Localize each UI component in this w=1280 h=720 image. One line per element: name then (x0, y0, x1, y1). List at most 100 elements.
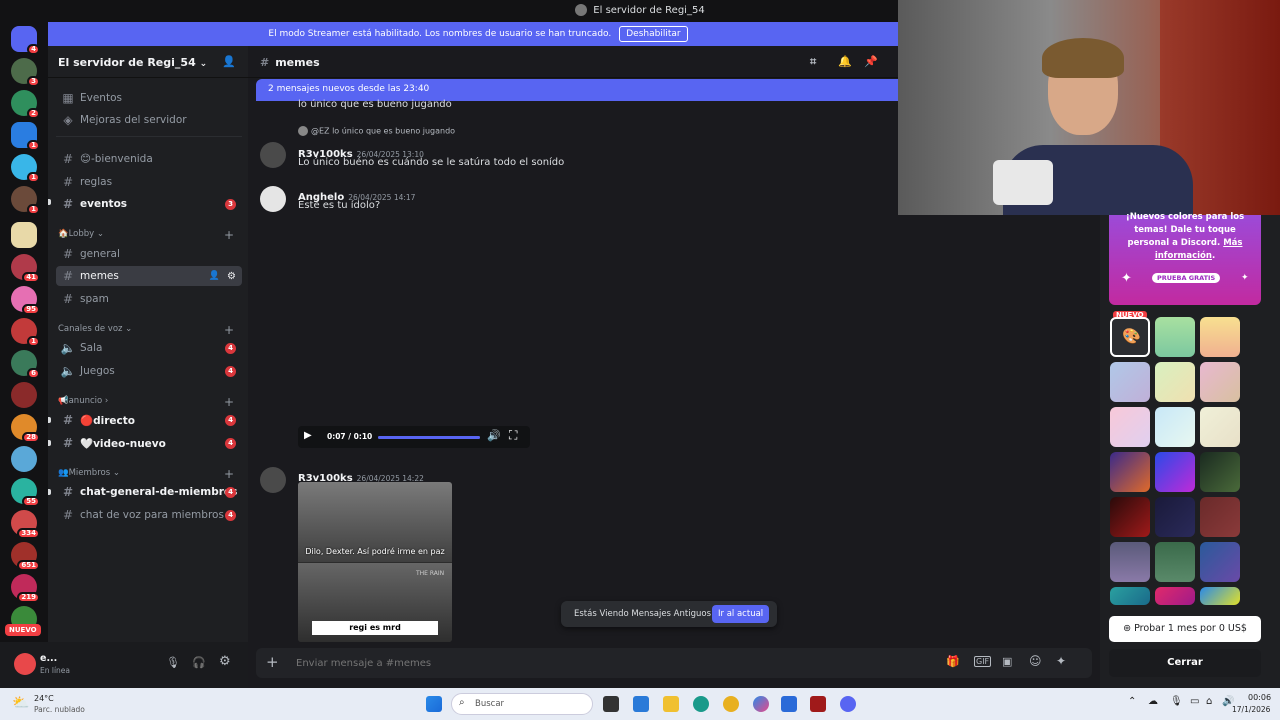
gif-icon[interactable]: GIF (974, 656, 992, 667)
network-icon[interactable]: ⌂ (1206, 696, 1212, 707)
file-explorer-icon[interactable] (663, 696, 679, 712)
server-icon-4[interactable]: 1 (11, 154, 40, 183)
edge-icon[interactable] (693, 696, 709, 712)
server-icon-3[interactable]: 1 (11, 122, 40, 151)
category-miembros[interactable]: 👥Miembros ⌄ + (58, 467, 238, 482)
theme-swatch[interactable] (1110, 452, 1150, 492)
theme-swatch[interactable] (1200, 407, 1240, 447)
store-icon[interactable] (781, 696, 797, 712)
theme-swatch[interactable] (1155, 407, 1195, 447)
gift-icon[interactable]: 🎁 (946, 655, 960, 668)
weather-icon[interactable]: ⛅ (12, 695, 29, 711)
category-voz[interactable]: Canales de voz ⌄ + (58, 323, 238, 338)
volume-icon[interactable]: 🔊 (487, 429, 501, 442)
channel-directo[interactable]: # 🔴directo 4 (56, 410, 242, 430)
add-channel-icon[interactable]: + (224, 395, 234, 409)
theme-swatch[interactable] (1110, 587, 1150, 605)
avatar[interactable] (260, 186, 286, 212)
server-icon-6[interactable]: 41 (11, 254, 40, 283)
fullscreen-icon[interactable]: ⛶ (509, 428, 517, 443)
server-icon-12[interactable] (11, 446, 37, 472)
theme-swatch[interactable] (1200, 542, 1240, 582)
display-icon[interactable]: ▭ (1190, 696, 1199, 707)
invite-icon[interactable]: 👤 (222, 55, 236, 68)
category-anuncio[interactable]: 📢anuncio › + (58, 395, 238, 410)
theme-swatch[interactable] (1110, 362, 1150, 402)
tray-chevron-icon[interactable]: ⌃ (1128, 696, 1136, 707)
theme-swatch[interactable] (1155, 362, 1195, 402)
theme-swatch[interactable] (1200, 587, 1240, 605)
taskview-icon[interactable] (603, 696, 619, 712)
reply-reference[interactable]: @EZ lo único que es bueno jugando (298, 126, 455, 136)
sidebar-item-eventos-top[interactable]: ▦ Eventos (56, 88, 242, 108)
emoji-icon[interactable]: ☺ (1029, 654, 1042, 668)
cloud-icon[interactable]: ☁ (1148, 696, 1158, 707)
server-icon-16[interactable]: 219 (11, 574, 40, 603)
theme-swatch[interactable] (1200, 362, 1240, 402)
server-icon-active[interactable] (11, 222, 37, 248)
pin-icon[interactable]: 📌 (864, 55, 878, 68)
widget-icon[interactable] (633, 696, 649, 712)
play-icon[interactable]: ▶ (304, 430, 312, 441)
channel-eventos[interactable]: # eventos 3 (56, 194, 242, 214)
mic-tray-icon[interactable]: 🎙 (1170, 696, 1183, 707)
avatar[interactable] (260, 142, 286, 168)
channel-video-nuevo[interactable]: # 🤍video-nuevo 4 (56, 433, 242, 453)
server-icon-8[interactable]: 1 (11, 318, 40, 347)
channel-memes[interactable]: # memes 👤 ⚙ (56, 266, 242, 286)
close-button[interactable]: Cerrar (1109, 649, 1261, 677)
add-attachment-icon[interactable]: + (266, 653, 279, 671)
theme-swatch[interactable] (1155, 497, 1195, 537)
theme-swatch[interactable] (1155, 317, 1195, 357)
server-icon-10[interactable] (11, 382, 37, 408)
microphone-icon[interactable]: 🎙 (166, 656, 180, 669)
gear-icon[interactable]: ⚙ (219, 654, 231, 669)
meme-image[interactable]: Dilo, Dexter. Así podré irme en paz THE … (298, 482, 452, 642)
discord-home-icon[interactable]: 4 (11, 26, 40, 55)
channel-bienvenida[interactable]: # 😊-bienvenida (56, 149, 242, 169)
theme-swatch[interactable] (1155, 542, 1195, 582)
apps-icon[interactable]: ✦ (1056, 654, 1066, 668)
copilot-icon[interactable] (753, 696, 769, 712)
channel-chat-voz-miembros[interactable]: # chat de voz para miembros 4 (56, 505, 242, 525)
server-icon-7[interactable]: 95 (11, 286, 40, 315)
headphones-icon[interactable]: 🎧 (192, 656, 206, 669)
avatar[interactable] (260, 467, 286, 493)
clock-date[interactable]: 17/1/2026 (1232, 705, 1270, 714)
theme-picker-swatch[interactable]: 🎨 (1110, 317, 1150, 357)
sidebar-item-boosts[interactable]: ◈ Mejoras del servidor (56, 110, 242, 130)
server-icon-5[interactable]: 1 (11, 186, 40, 215)
voice-channel-sala[interactable]: 🔈 Sala 4 (56, 338, 242, 358)
audio-progress[interactable] (378, 436, 480, 439)
theme-swatch[interactable] (1110, 542, 1150, 582)
discord-taskbar-icon[interactable] (840, 696, 856, 712)
server-icon-13[interactable]: 55 (11, 478, 40, 507)
invite-icon[interactable]: 👤 (209, 271, 220, 281)
threads-icon[interactable]: ⌗ (810, 55, 816, 69)
avatar[interactable] (14, 653, 36, 675)
bell-icon[interactable]: 🔔 (838, 55, 852, 68)
theme-swatch[interactable] (1110, 497, 1150, 537)
theme-swatch[interactable] (1110, 407, 1150, 447)
add-channel-icon[interactable]: + (224, 467, 234, 481)
add-channel-icon[interactable]: + (224, 323, 234, 337)
new-messages-bar[interactable]: 2 mensajes nuevos desde las 23:40 (256, 79, 898, 101)
jump-present-button[interactable]: Ir al actual (712, 605, 770, 623)
theme-swatch[interactable] (1200, 452, 1240, 492)
server-icon-14[interactable]: 334 (11, 510, 40, 539)
channel-general[interactable]: # general (56, 244, 242, 264)
server-icon-1[interactable]: 3 (11, 58, 40, 87)
theme-swatch[interactable] (1200, 317, 1240, 357)
message-input[interactable] (296, 653, 856, 673)
channel-spam[interactable]: # spam (56, 289, 242, 309)
chrome-icon[interactable] (723, 696, 739, 712)
category-lobby[interactable]: 🏠Lobby ⌄ + (58, 228, 238, 243)
windows-start-icon[interactable] (426, 696, 442, 712)
try-nitro-button[interactable]: ⊛ Probar 1 mes por 0 US$ (1109, 616, 1261, 642)
channel-reglas[interactable]: # reglas (56, 172, 242, 192)
server-icon-2[interactable]: 2 (11, 90, 40, 119)
app-icon[interactable] (810, 696, 826, 712)
trial-badge[interactable]: PRUEBA GRATIS (1152, 273, 1221, 283)
server-icon-9[interactable]: 6 (11, 350, 40, 379)
server-header[interactable]: El servidor de Regi_54 ⌄ 👤 (48, 46, 248, 78)
